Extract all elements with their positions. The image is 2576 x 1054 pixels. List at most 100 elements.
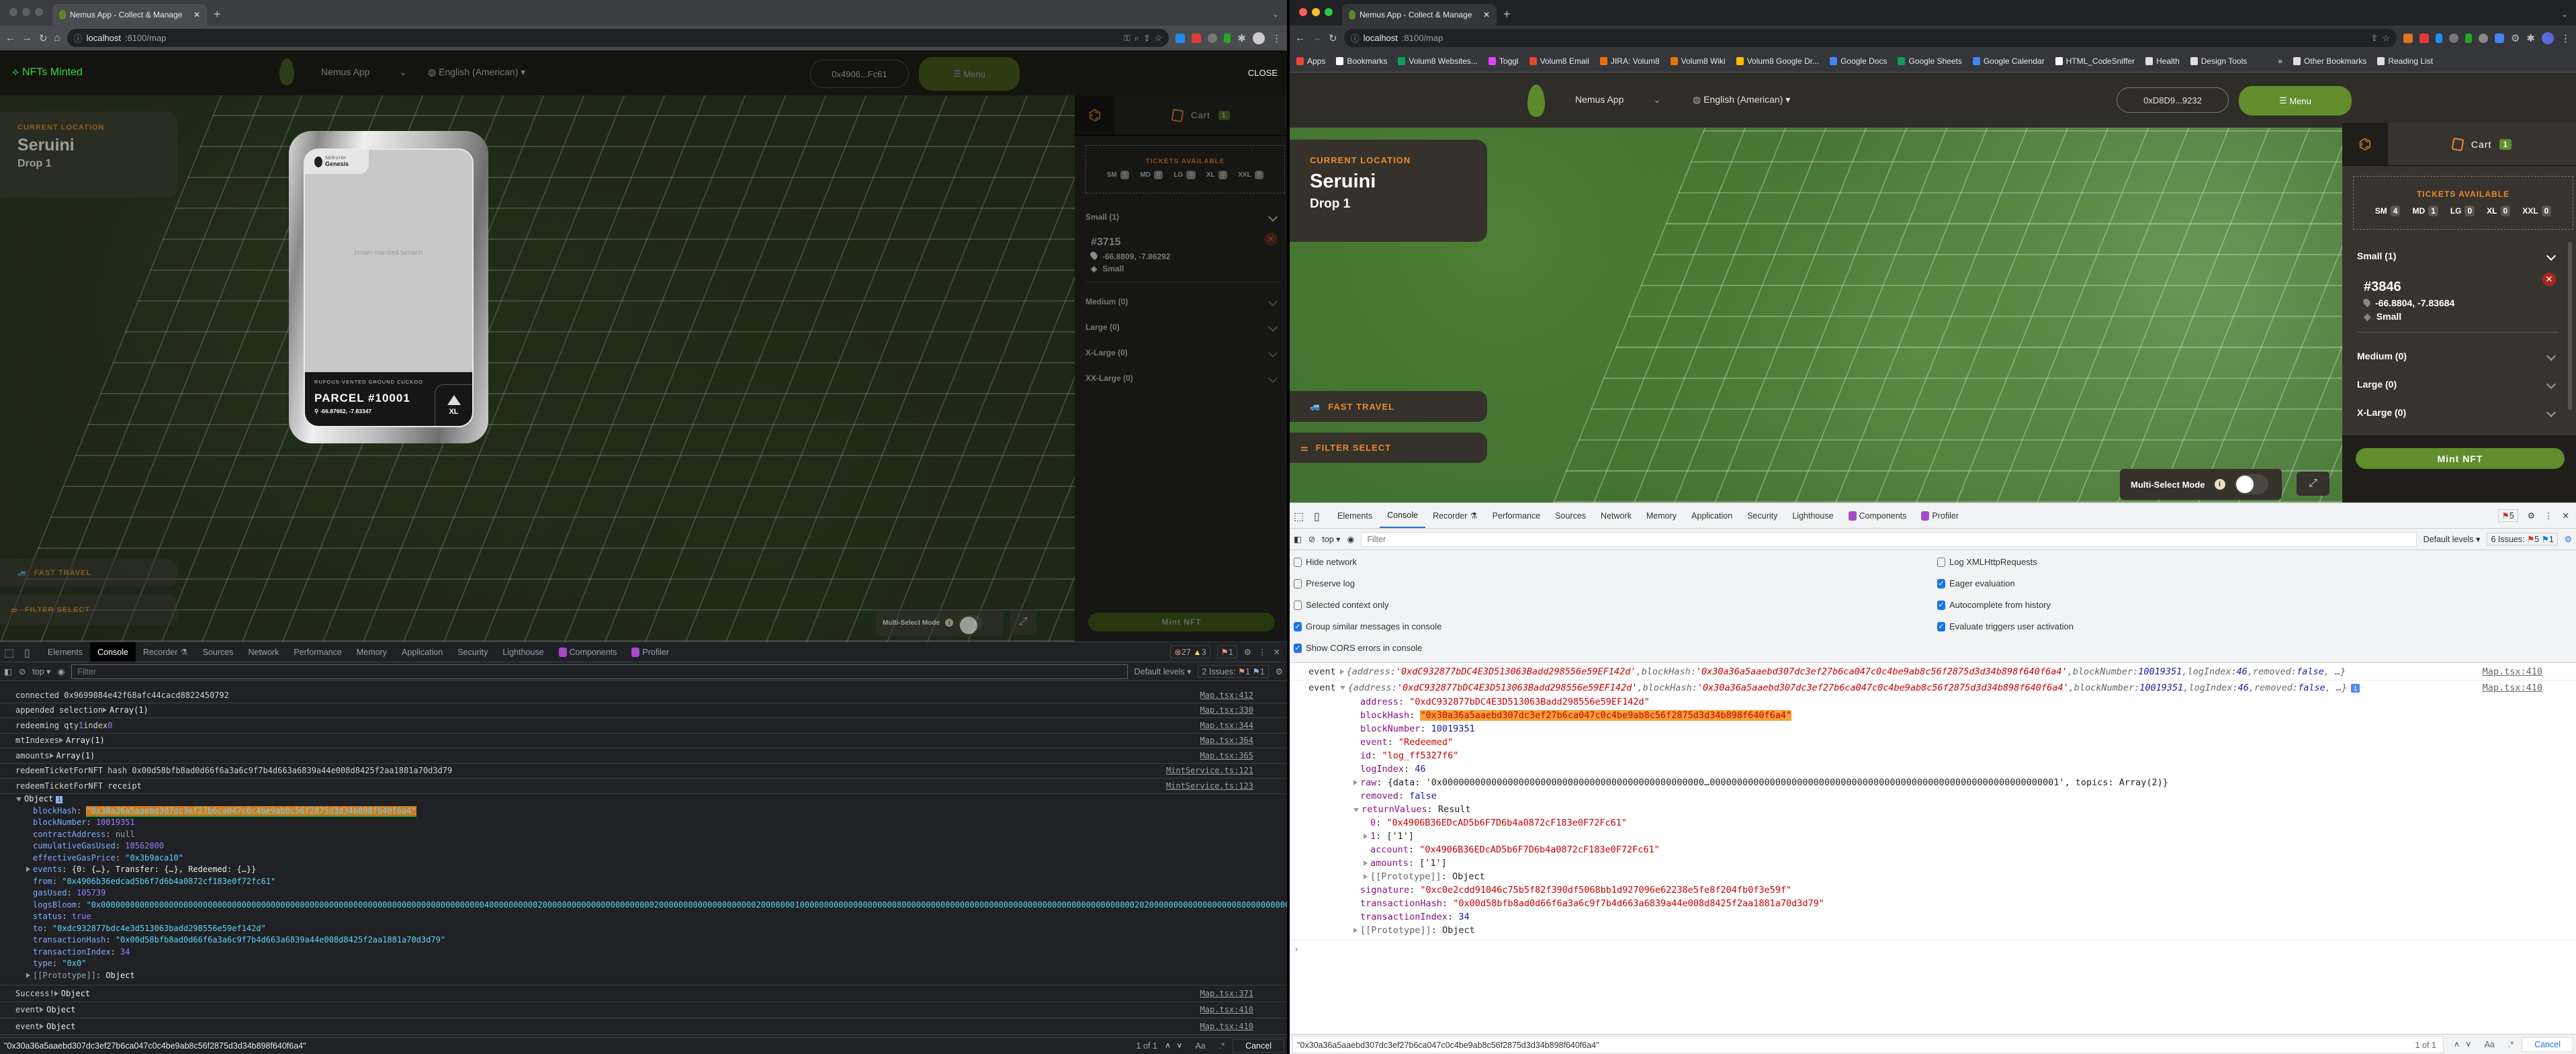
expand-toggle-icon[interactable] (1353, 928, 1358, 933)
source-link[interactable]: MintService.ts:123 (1166, 781, 1287, 791)
setting-checkbox[interactable]: Hide network (1294, 557, 1357, 567)
expand-toggle-icon[interactable] (1339, 668, 1344, 674)
devtools-tab-console[interactable]: Console (90, 642, 136, 662)
expand-toggle-icon[interactable] (26, 867, 30, 872)
info-icon[interactable]: ⓘ (74, 32, 83, 44)
source-link[interactable]: Map.tsx:412 (1200, 691, 1287, 700)
inspect-element-icon[interactable]: ⬚ (1294, 510, 1306, 523)
bookmark-item[interactable]: Volum8 Wiki (1670, 56, 1726, 66)
devtools-tab-network[interactable]: Network (1593, 503, 1639, 528)
devtools-tab-elements[interactable]: Elements (40, 642, 90, 662)
fast-travel-button[interactable]: 🚙 FAST TRAVEL (0, 559, 177, 586)
close-tab-icon[interactable]: ✕ (1483, 10, 1490, 19)
devtools-tab-performance[interactable]: Performance (1485, 503, 1548, 528)
mint-nft-button[interactable]: Mint NFT (2356, 448, 2565, 469)
address-bar[interactable]: ⓘ localhost:8100/map ⇪ ☆ (1343, 29, 2397, 47)
source-link[interactable]: Map.tsx:344 (1200, 721, 1287, 730)
side-panel-scrollbar[interactable] (2568, 242, 2572, 410)
match-case-toggle[interactable]: Aa (2479, 1040, 2499, 1049)
setting-checkbox[interactable]: Selected context only (1294, 600, 1389, 610)
log-levels-dropdown[interactable]: Default levels ▾ (2424, 534, 2481, 544)
console-prompt[interactable]: › (1290, 940, 2576, 959)
expand-toggle-icon[interactable] (1364, 874, 1368, 879)
source-link[interactable]: Map.tsx:371 (1200, 989, 1287, 998)
regex-toggle[interactable]: .* (1211, 1041, 1233, 1051)
binoculars-icon[interactable]: ⌬ (1075, 95, 1115, 135)
devtools-tab-elements[interactable]: Elements (1330, 503, 1380, 528)
size-group-header[interactable]: X-Large (0) (2357, 398, 2559, 427)
profile-avatar[interactable] (2542, 32, 2554, 44)
size-group-header[interactable]: Small (1) (2357, 242, 2559, 270)
wallet-address-button[interactable]: 0xD8D9...9232 (2117, 87, 2229, 113)
expand-toggle-icon[interactable] (1364, 834, 1368, 839)
setting-checkbox[interactable]: ✓ Autocomplete from history (1937, 600, 2051, 610)
multi-select-toggle[interactable] (959, 615, 983, 634)
remove-parcel-button[interactable]: ✕ (1264, 232, 1278, 246)
source-link[interactable]: MintService.ts:121 (1166, 766, 1287, 775)
close-overlay-button[interactable]: CLOSE (1248, 68, 1278, 78)
bookmark-item[interactable]: HTML_CodeSniffer (2055, 56, 2135, 66)
receipt-object[interactable]: Object i (0, 794, 1287, 805)
extension-icon[interactable] (2419, 33, 2429, 43)
profile-avatar[interactable] (1253, 32, 1265, 44)
browser-menu-icon[interactable]: ⋮ (2561, 32, 2571, 44)
bookmark-star-icon[interactable]: ☆ (2382, 33, 2390, 44)
checkbox-checked-icon[interactable]: ✓ (1937, 578, 1945, 588)
bookmark-item[interactable]: Bookmarks (1336, 56, 1387, 66)
expand-toggle-icon[interactable] (59, 738, 64, 744)
devtools-tab-recorder[interactable]: Recorder ⚗ (136, 642, 195, 662)
extension-icon[interactable] (1192, 33, 1202, 43)
tab-search-chevron-icon[interactable]: ⌄ (2553, 9, 2576, 26)
console-message-counts[interactable]: ⊗27 ▲3 (1170, 646, 1210, 658)
extension-icon[interactable] (2478, 33, 2488, 43)
console-filter-input[interactable] (1361, 531, 2417, 547)
bookmark-item[interactable]: Health (2145, 56, 2180, 66)
zoom-icon[interactable]: ⌕ (1135, 33, 1139, 44)
devtools-tab-lighthouse[interactable]: Lighthouse (1785, 503, 1840, 528)
expand-toggle-icon[interactable] (49, 752, 54, 758)
clear-console-icon[interactable]: ⊘ (1308, 534, 1315, 544)
devtools-tab-recorder[interactable]: Recorder ⚗ (1425, 503, 1485, 528)
puzzle-extensions-icon[interactable]: ✱ (1237, 32, 1246, 44)
object-property[interactable]: amounts: ['1'] (1290, 857, 2576, 870)
checkbox-unchecked-icon[interactable] (1294, 600, 1302, 610)
object-property[interactable]: 1: ['1'] (1290, 830, 2576, 843)
console-log-row[interactable]: event {address: '0xdC932877bDC4E3D513063B… (1290, 680, 2576, 695)
setting-checkbox[interactable]: Log XMLHttpRequests (1937, 557, 2037, 567)
log-levels-dropdown[interactable]: Default levels ▾ (1135, 666, 1192, 676)
bookmark-item[interactable]: Volum8 Google Dr... (1736, 56, 1819, 66)
bookmark-item[interactable]: Volum8 Websites... (1398, 56, 1478, 66)
size-group-header[interactable]: X-Large (0) (1085, 340, 1280, 365)
search-input[interactable]: "0x30a36a5aaebd307dc3ef27b6ca047c0c4be9a… (0, 1041, 1137, 1051)
devtools-tab-security[interactable]: Security (450, 642, 495, 662)
new-tab-button[interactable]: + (214, 7, 221, 21)
expand-toggle-icon[interactable] (40, 1023, 44, 1029)
devtools-tab-sources[interactable]: Sources (195, 642, 241, 662)
device-toolbar-icon[interactable]: ▯ (24, 646, 36, 659)
object-property[interactable]: raw: {data: '0x0000000000000000000000000… (1290, 776, 2576, 789)
setting-checkbox[interactable]: ✓ Eager evaluation (1937, 578, 2015, 588)
search-input[interactable]: "0x30a36a5aaebd307dc3ef27b6ca047c0c4be9a… (1292, 1035, 2444, 1053)
brand-selector[interactable]: Nemus App ⌄ (321, 67, 407, 78)
minted-nft-card[interactable]: SERUINI Genesis brown-mantled tamarin RUF… (289, 131, 488, 443)
address-bar[interactable]: ⓘ localhost:8100/map ⚿ ⌕ ⇪ ☆ (66, 29, 1169, 47)
setting-checkbox[interactable]: ✓ Group similar messages in console (1294, 621, 1441, 631)
devtools-settings-icon[interactable]: ⚙ (1244, 647, 1251, 657)
devtools-more-icon[interactable]: ⋮ (2544, 511, 2553, 521)
filter-select-button[interactable]: ⚌ FILTER SELECT (1290, 433, 1487, 463)
checkbox-checked-icon[interactable]: ✓ (1937, 621, 1945, 631)
remove-parcel-button[interactable]: ✕ (2542, 273, 2556, 286)
bookmark-item[interactable]: Volum8 Email (1529, 56, 1589, 66)
extension-icon[interactable] (1175, 33, 1186, 43)
fast-travel-button[interactable]: 🚙 FAST TRAVEL (1290, 391, 1487, 422)
new-tab-button[interactable]: + (1503, 7, 1511, 21)
sidebar-toggle-icon[interactable]: ◧ (4, 666, 12, 676)
cart-tab[interactable]: Cart 1 (1115, 95, 1287, 135)
extension-icon[interactable] (2448, 33, 2458, 43)
checkbox-checked-icon[interactable]: ✓ (1294, 643, 1302, 653)
sidebar-toggle-icon[interactable]: ◧ (1294, 534, 1302, 544)
info-icon[interactable]: i (945, 619, 954, 627)
source-link[interactable]: Map.tsx:364 (1200, 736, 1287, 745)
devtools-tab-profiler[interactable]: Profiler (1914, 503, 1966, 528)
devtools-tab-memory[interactable]: Memory (349, 642, 394, 662)
